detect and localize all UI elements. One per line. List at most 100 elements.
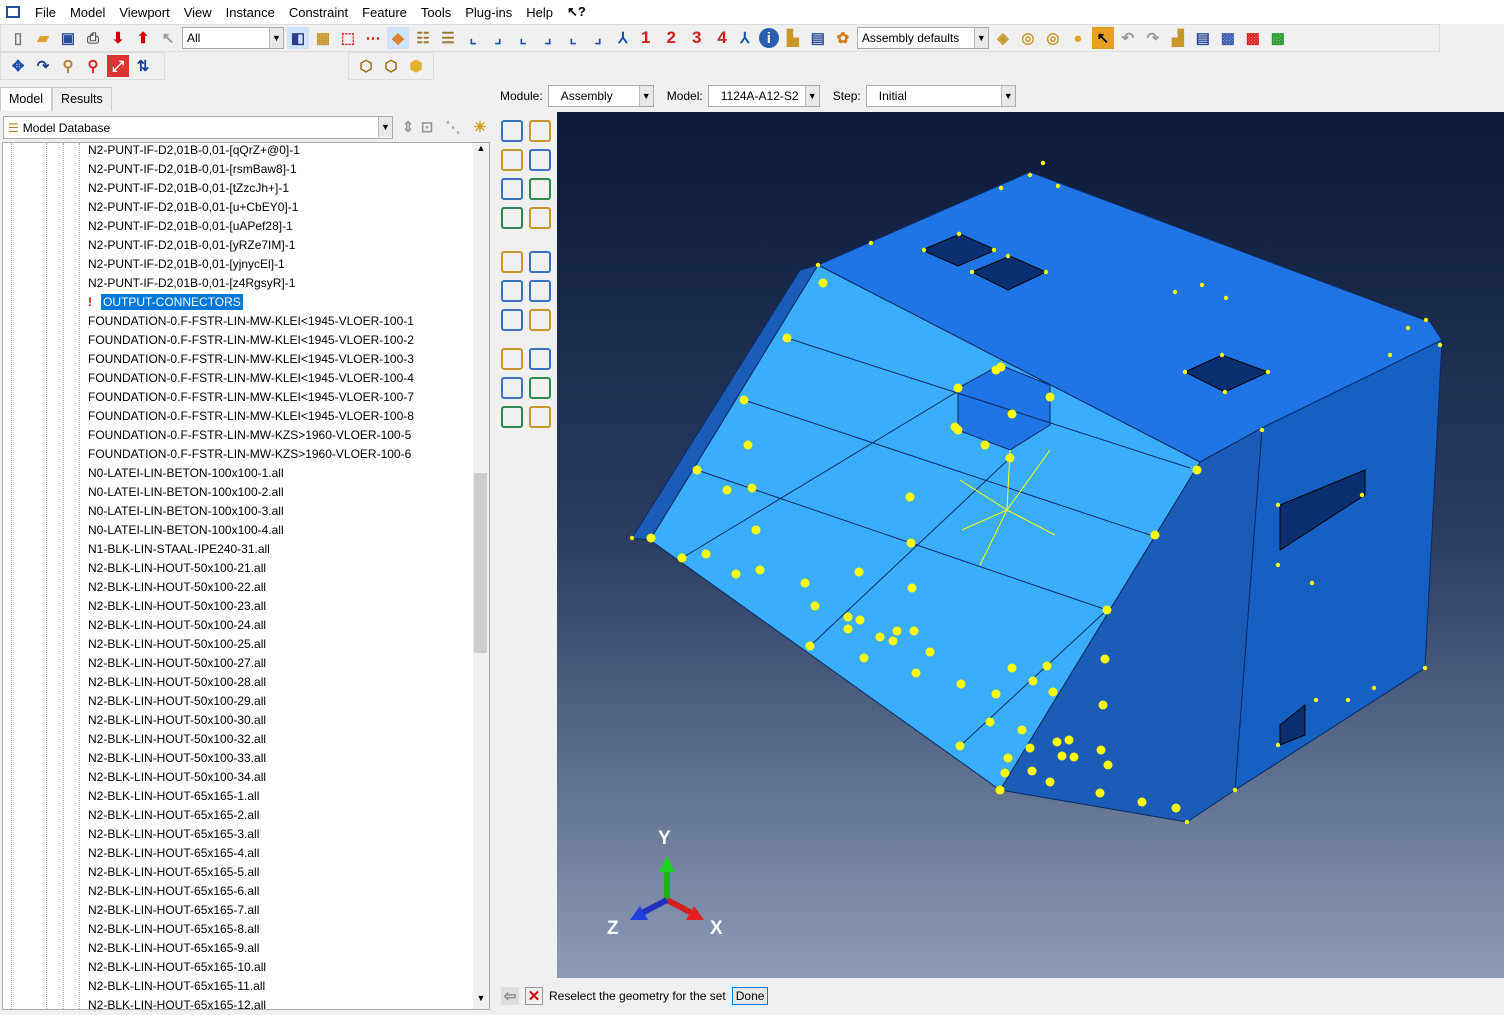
- info-icon[interactable]: i: [758, 28, 779, 48]
- tree-item[interactable]: N2-BLK-LIN-HOUT-65x165-5.all: [88, 863, 259, 882]
- menu-constraint[interactable]: Constraint: [282, 5, 355, 20]
- new-file-icon[interactable]: ▯: [7, 27, 29, 49]
- view-right-icon[interactable]: ⌟: [587, 27, 609, 49]
- toolbox-tool-icon[interactable]: [501, 120, 523, 142]
- tree-item[interactable]: N2-BLK-LIN-HOUT-50x100-33.all: [88, 749, 266, 768]
- toolbox-tool-icon[interactable]: [501, 309, 523, 331]
- tree-item[interactable]: N2-PUNT-IF-D2,01B-0,01-[yRZe7IM]-1: [88, 236, 295, 255]
- model-database-select[interactable]: ☰ Model Database ▼: [3, 116, 393, 139]
- cube-view-icon[interactable]: ◈: [992, 27, 1014, 49]
- table-view-icon[interactable]: ▤: [1192, 27, 1214, 49]
- viewport-4-button[interactable]: 4: [713, 28, 730, 48]
- green-cube-icon[interactable]: ▩: [1267, 27, 1289, 49]
- step-select[interactable]: Initial ▼: [865, 85, 1016, 107]
- model-select[interactable]: 1124A-A12-S2 ▼: [707, 85, 820, 107]
- table-icon[interactable]: ▤: [807, 27, 829, 49]
- select-arrow-icon[interactable]: ↖: [157, 27, 179, 49]
- sphere-icon[interactable]: ●: [1067, 27, 1089, 49]
- tree-item[interactable]: N2-BLK-LIN-HOUT-65x165-12.all: [88, 996, 266, 1009]
- view-axes-icon[interactable]: ⅄: [734, 27, 756, 49]
- undo-icon[interactable]: ↶: [1117, 27, 1139, 49]
- tree-item[interactable]: N2-BLK-LIN-HOUT-65x165-6.all: [88, 882, 259, 901]
- toolbox-tool-icon[interactable]: [501, 406, 523, 428]
- stack-icon[interactable]: ▟: [1167, 27, 1189, 49]
- tree-item[interactable]: N2-BLK-LIN-HOUT-65x165-7.all: [88, 901, 259, 920]
- viewport-2-button[interactable]: 2: [662, 28, 679, 48]
- cancel-icon[interactable]: ✕: [525, 987, 543, 1005]
- toolbox-tool-icon[interactable]: [529, 178, 551, 200]
- menu-feature[interactable]: Feature: [355, 5, 414, 20]
- tree-item[interactable]: N2-PUNT-IF-D2,01B-0,01-[rsmBaw8]-1: [88, 160, 297, 179]
- view-left-icon[interactable]: ⌞: [562, 27, 584, 49]
- cycle-views-icon[interactable]: ⇅: [132, 55, 154, 77]
- tree-item[interactable]: N2-PUNT-IF-D2,01B-0,01-[uAPef28]-1: [88, 217, 293, 236]
- tree-item[interactable]: N2-BLK-LIN-HOUT-65x165-3.all: [88, 825, 259, 844]
- view-bottom-icon[interactable]: ⌟: [537, 27, 559, 49]
- tree-item[interactable]: N2-PUNT-IF-D2,01B-0,01-[u+CbEY0]-1: [88, 198, 298, 217]
- tab-model[interactable]: Model: [0, 87, 53, 111]
- shell-alt-icon[interactable]: ◎: [1042, 27, 1064, 49]
- viewport[interactable]: Y Z X: [557, 112, 1504, 978]
- mesh-cube-icon[interactable]: ▩: [1217, 27, 1239, 49]
- tree-item[interactable]: N2-PUNT-IF-D2,01B-0,01-[tZzcJh+]-1: [88, 179, 289, 198]
- menu-instance[interactable]: Instance: [219, 5, 282, 20]
- toolbox-tool-icon[interactable]: [501, 178, 523, 200]
- menu-plug-ins[interactable]: Plug-ins: [458, 5, 519, 20]
- viewport-1-button[interactable]: 1: [637, 28, 654, 48]
- tree-item[interactable]: N2-BLK-LIN-HOUT-50x100-23.all: [88, 597, 266, 616]
- lightbulb-icon[interactable]: ☀: [469, 116, 491, 138]
- tree-item[interactable]: FOUNDATION-0.F-FSTR-LIN-MW-KZS>1960-VLOE…: [88, 426, 411, 445]
- tree-item[interactable]: FOUNDATION-0.F-FSTR-LIN-MW-KLEI<1945-VLO…: [88, 312, 414, 331]
- tree-item[interactable]: N0-LATEI-LIN-BETON-100x100-4.all: [88, 521, 284, 540]
- tree-item[interactable]: N2-BLK-LIN-HOUT-50x100-29.all: [88, 692, 266, 711]
- back-arrow-icon[interactable]: ⇦: [501, 987, 519, 1005]
- tree-item[interactable]: ! OUTPUT-CONNECTORS: [88, 293, 243, 312]
- tree-item[interactable]: FOUNDATION-0.F-FSTR-LIN-MW-KLEI<1945-VLO…: [88, 407, 414, 426]
- zoom-icon[interactable]: ⚲: [57, 55, 79, 77]
- tree-item[interactable]: N0-LATEI-LIN-BETON-100x100-2.all: [88, 483, 284, 502]
- view-back-icon[interactable]: ⌟: [487, 27, 509, 49]
- toolbox-tool-icon[interactable]: [501, 149, 523, 171]
- tree-item[interactable]: N2-PUNT-IF-D2,01B-0,01-[yjnycEl]-1: [88, 255, 285, 274]
- view-iso-icon[interactable]: ⅄: [612, 27, 634, 49]
- toolbox-tool-icon[interactable]: [501, 251, 523, 273]
- tree-item[interactable]: N2-BLK-LIN-HOUT-50x100-34.all: [88, 768, 266, 787]
- open-file-icon[interactable]: ▰: [32, 27, 54, 49]
- tree-item[interactable]: N2-BLK-LIN-HOUT-50x100-24.all: [88, 616, 266, 635]
- box-select-icon[interactable]: ⬚: [337, 27, 359, 49]
- toolbox-tool-icon[interactable]: [529, 280, 551, 302]
- selection-filter-select[interactable]: All ▼: [182, 27, 284, 49]
- toolbox-tool-icon[interactable]: [529, 348, 551, 370]
- menu-help[interactable]: Help: [519, 5, 560, 20]
- toolbox-tool-icon[interactable]: [529, 207, 551, 229]
- tree-item[interactable]: N2-BLK-LIN-HOUT-65x165-11.all: [88, 977, 265, 996]
- pan-icon[interactable]: ✥: [7, 55, 29, 77]
- tree-item[interactable]: N2-BLK-LIN-HOUT-65x165-1.all: [88, 787, 259, 806]
- export-icon[interactable]: ⬆: [132, 27, 154, 49]
- shaded-icon[interactable]: ⬢: [405, 55, 427, 77]
- fit-view-icon[interactable]: ⤢: [107, 55, 129, 77]
- toolbox-tool-icon[interactable]: [529, 377, 551, 399]
- tree-item[interactable]: N2-BLK-LIN-HOUT-50x100-22.all: [88, 578, 266, 597]
- select-from-viewport-icon[interactable]: ◧: [287, 27, 309, 49]
- tree-item[interactable]: N2-BLK-LIN-HOUT-50x100-32.all: [88, 730, 266, 749]
- view-top-icon[interactable]: ⌞: [512, 27, 534, 49]
- highlight-icon[interactable]: ◆: [387, 27, 409, 49]
- tree-item[interactable]: FOUNDATION-0.F-FSTR-LIN-MW-KZS>1960-VLOE…: [88, 445, 411, 464]
- tree-item[interactable]: N2-BLK-LIN-HOUT-50x100-28.all: [88, 673, 266, 692]
- tree-item[interactable]: FOUNDATION-0.F-FSTR-LIN-MW-KLEI<1945-VLO…: [88, 331, 414, 350]
- tree-item[interactable]: FOUNDATION-0.F-FSTR-LIN-MW-KLEI<1945-VLO…: [88, 369, 414, 388]
- save-icon[interactable]: ▣: [57, 27, 79, 49]
- tree-item[interactable]: N0-LATEI-LIN-BETON-100x100-1.all: [88, 464, 284, 483]
- menu-viewport[interactable]: Viewport: [112, 5, 176, 20]
- tree-item[interactable]: N1-BLK-LIN-STAAL-IPE240-31.all: [88, 540, 270, 559]
- parent-folder-icon[interactable]: ⊡: [416, 116, 438, 138]
- tree-item[interactable]: N2-BLK-LIN-HOUT-65x165-9.all: [88, 939, 259, 958]
- hidden-line-icon[interactable]: ⬡: [380, 55, 402, 77]
- toolbox-tool-icon[interactable]: [529, 120, 551, 142]
- toolbox-tool-icon[interactable]: [529, 406, 551, 428]
- tree-scrollbar[interactable]: ▲ ▼: [473, 143, 489, 1009]
- scrollbar-thumb[interactable]: [474, 473, 487, 653]
- box-zoom-icon[interactable]: ⚲: [82, 55, 104, 77]
- menu-view[interactable]: View: [177, 5, 219, 20]
